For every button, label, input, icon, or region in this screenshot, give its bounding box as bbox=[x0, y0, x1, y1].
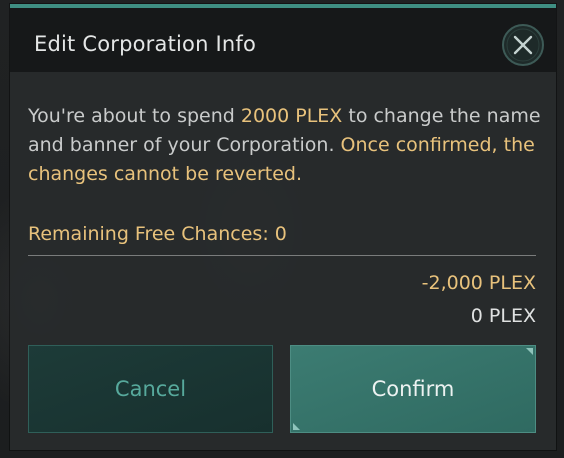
plex-cost: -2,000 PLEX bbox=[421, 272, 536, 294]
corner-marker-icon bbox=[293, 423, 300, 430]
cancel-button-label: Cancel bbox=[114, 377, 187, 401]
edit-corporation-dialog: Edit Corporation Info You're about to sp… bbox=[10, 4, 556, 450]
confirmation-message: You're about to spend 2000 PLEX to chang… bbox=[28, 102, 542, 189]
plex-amount: 2000 PLEX bbox=[240, 105, 343, 127]
confirm-button-label: Confirm bbox=[371, 377, 455, 401]
plex-balance: 0 PLEX bbox=[470, 305, 536, 327]
dialog-header: Edit Corporation Info bbox=[10, 8, 556, 72]
corner-marker-icon bbox=[526, 348, 533, 355]
close-x-icon bbox=[502, 24, 544, 66]
confirm-button[interactable]: Confirm bbox=[290, 345, 536, 433]
cancel-button[interactable]: Cancel bbox=[28, 345, 273, 433]
message-text-part1: You're about to spend bbox=[28, 105, 241, 127]
close-button[interactable] bbox=[500, 22, 546, 68]
dialog-title: Edit Corporation Info bbox=[34, 32, 257, 56]
divider bbox=[28, 255, 536, 256]
remaining-free-chances: Remaining Free Chances: 0 bbox=[28, 223, 287, 245]
dialog-body: You're about to spend 2000 PLEX to chang… bbox=[10, 72, 556, 450]
